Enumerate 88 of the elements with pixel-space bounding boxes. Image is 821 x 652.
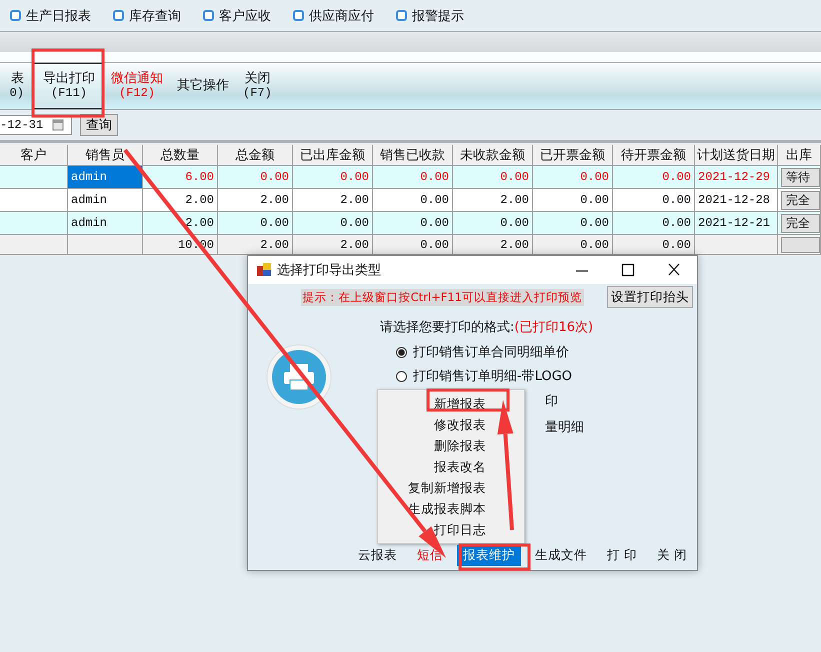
checkbox[interactable] [203, 10, 214, 21]
table-cell: 2021-12-21 [695, 212, 778, 234]
column-header[interactable]: 计划送货日期 [695, 145, 778, 165]
table-cell: 0.00 [533, 212, 613, 234]
column-header[interactable]: 销售员 [68, 145, 143, 165]
calendar-icon[interactable] [52, 119, 64, 131]
window-title: 选择打印导出类型 [277, 262, 382, 279]
printer-icon [266, 344, 332, 410]
quick-link[interactable]: 客户应收 [219, 6, 271, 24]
table-cell: 0.00 [293, 212, 373, 234]
table-cell: 0.00 [533, 189, 613, 211]
footer-button[interactable]: 云报表 [352, 545, 404, 566]
status-button[interactable]: 等待 [781, 168, 820, 186]
menu-item[interactable]: 复制新增报表 [378, 477, 524, 498]
option-label[interactable]: 量明细 [545, 418, 584, 436]
total-cell: 2.00 [218, 235, 293, 254]
toolbar-tab[interactable]: 其它操作 [170, 63, 236, 109]
table-cell: 6.00 [143, 166, 218, 188]
option-label[interactable]: 打印销售订单明细-带LOGO [413, 367, 572, 385]
column-header[interactable]: 出库 [778, 145, 821, 165]
table-cell: 0.00 [293, 166, 373, 188]
total-cell: 2.00 [453, 235, 533, 254]
checkbox[interactable] [113, 10, 124, 21]
radio-button[interactable] [396, 346, 407, 358]
hint-text: 提示：在上级窗口按Ctrl+F11可以直接进入打印预览 [300, 288, 584, 306]
table-cell: 0.00 [373, 189, 453, 211]
table-cell: 2.00 [143, 189, 218, 211]
checkbox[interactable] [293, 10, 304, 21]
column-header[interactable]: 未收款金额 [453, 145, 533, 165]
column-header[interactable]: 销售已收款 [373, 145, 453, 165]
date-field[interactable]: -12-31 [0, 115, 72, 135]
table-cell: 0.00 [613, 189, 695, 211]
total-cell: 0.00 [533, 235, 613, 254]
total-cell: 0.00 [373, 235, 453, 254]
query-button[interactable]: 查询 [80, 114, 118, 136]
footer-button[interactable]: 关 闭 [651, 545, 693, 566]
table-cell: 0.00 [218, 212, 293, 234]
table-cell: 0.00 [453, 212, 533, 234]
column-header[interactable]: 已出库金额 [293, 145, 373, 165]
total-cell: 0.00 [613, 235, 695, 254]
footer-button[interactable]: 生成文件 [529, 545, 594, 566]
footer-button[interactable]: 打 印 [601, 545, 644, 566]
option-label[interactable]: 印 [545, 392, 558, 410]
menu-item[interactable]: 删除报表 [378, 435, 524, 456]
header-settings-button[interactable]: 设置打印抬头 [607, 286, 693, 308]
toolbar-tab[interactable]: 导出打印 (F11) [34, 63, 104, 109]
menu-item[interactable]: 打印日志 [378, 519, 524, 540]
table-cell: 0.00 [218, 166, 293, 188]
status-button[interactable]: 完全 [781, 214, 820, 232]
table-cell: 2.00 [293, 189, 373, 211]
app-icon [257, 263, 271, 277]
table-cell: admin [68, 166, 143, 188]
table-cell: 0.00 [613, 212, 695, 234]
quick-link[interactable]: 库存查询 [129, 6, 181, 24]
quick-link[interactable]: 报警提示 [412, 6, 464, 24]
checkbox[interactable] [396, 10, 407, 21]
status-button[interactable] [781, 236, 820, 252]
maximize-icon[interactable] [619, 263, 637, 277]
table-cell: 0.00 [613, 166, 695, 188]
table-cell: 2021-12-29 [695, 166, 778, 188]
table-cell: 2.00 [143, 212, 218, 234]
column-header[interactable]: 已开票金额 [533, 145, 613, 165]
table-cell: 0.00 [373, 166, 453, 188]
table-cell: admin [68, 189, 143, 211]
total-cell: 2.00 [293, 235, 373, 254]
column-header[interactable]: 待开票金额 [613, 145, 695, 165]
table-cell: 2.00 [218, 189, 293, 211]
status-button[interactable]: 完全 [781, 190, 820, 210]
table-cell: admin [68, 212, 143, 234]
table-cell: 0.00 [453, 166, 533, 188]
toolbar-tab[interactable]: 关闭 (F7) [236, 63, 279, 109]
highlight-frame [458, 544, 530, 570]
column-header[interactable]: 客户 [0, 145, 68, 165]
column-header[interactable]: 总数量 [143, 145, 218, 165]
table-cell: 0.00 [373, 212, 453, 234]
menu-item[interactable]: 报表改名 [378, 456, 524, 477]
toolbar-tab[interactable]: 表 0) [0, 63, 34, 109]
menu-item[interactable]: 修改报表 [378, 414, 524, 435]
table-cell: 2021-12-28 [695, 189, 778, 211]
column-header[interactable]: 总金额 [218, 145, 293, 165]
prompt-text: 请选择您要打印的格式:(已打印16次) [380, 319, 594, 337]
quick-link[interactable]: 生产日报表 [26, 6, 91, 24]
table-cell: 0.00 [533, 166, 613, 188]
checkbox[interactable] [10, 10, 21, 21]
quick-link[interactable]: 供应商应付 [309, 6, 374, 24]
option-label[interactable]: 打印销售订单合同明细单价 [413, 343, 569, 361]
table-cell: 2.00 [453, 189, 533, 211]
radio-button[interactable] [396, 370, 407, 382]
